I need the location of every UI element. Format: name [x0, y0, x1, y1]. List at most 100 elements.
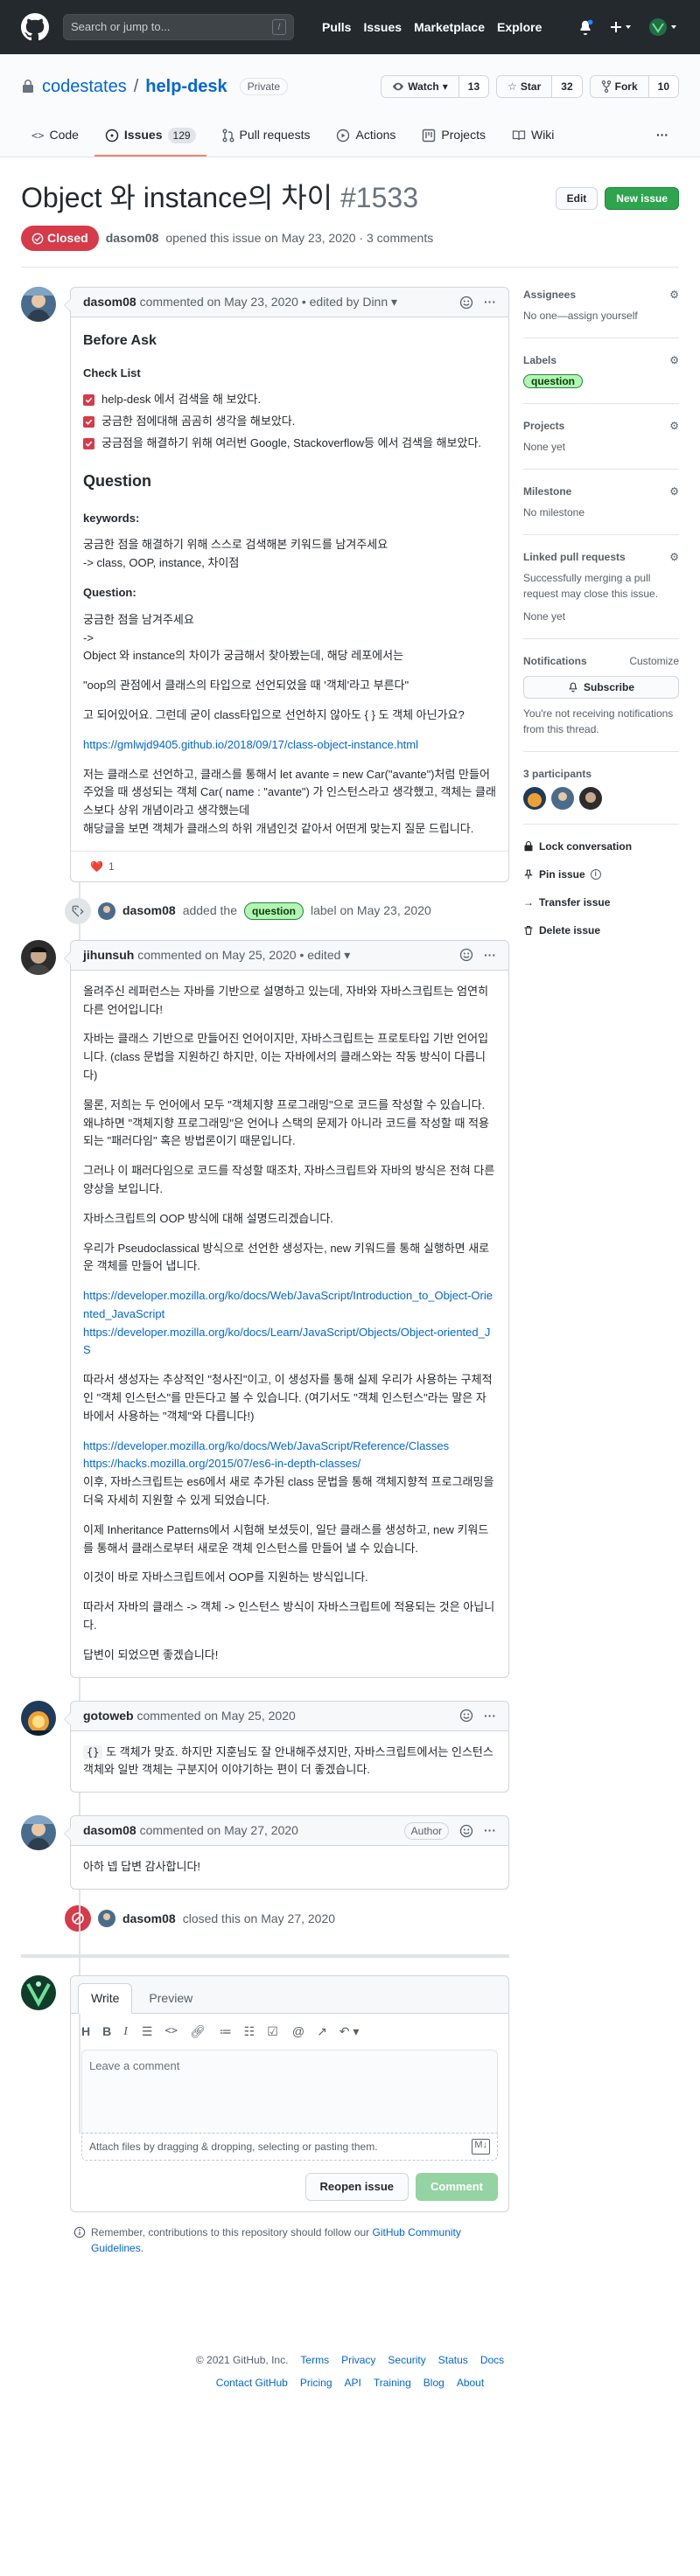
- comment-button[interactable]: Comment: [416, 2173, 498, 2201]
- transfer-issue-button[interactable]: → Transfer issue: [523, 895, 679, 910]
- bell-icon[interactable]: [578, 19, 593, 35]
- edited-indicator[interactable]: • edited: [299, 946, 340, 964]
- write-tab[interactable]: Write: [78, 1983, 133, 2015]
- kebab-menu-icon[interactable]: ···: [484, 946, 496, 964]
- footer-link-terms[interactable]: Terms: [300, 2352, 329, 2368]
- kebab-menu-icon[interactable]: ···: [484, 1707, 496, 1725]
- subscribe-button[interactable]: Subscribe: [523, 676, 679, 699]
- participant-avatar[interactable]: [523, 787, 546, 810]
- labels-header[interactable]: Labels ⚙: [523, 352, 679, 368]
- participant-avatar[interactable]: [579, 787, 602, 810]
- star-button[interactable]: ☆ Star: [497, 76, 552, 97]
- projects-header[interactable]: Projects ⚙: [523, 418, 679, 434]
- info-icon[interactable]: i: [590, 869, 601, 880]
- user-avatar-menu-icon[interactable]: [649, 17, 679, 37]
- avatar[interactable]: [21, 287, 56, 322]
- gear-icon[interactable]: ⚙: [669, 549, 679, 565]
- footer-link-api[interactable]: API: [345, 2375, 361, 2391]
- mdn-link[interactable]: https://developer.mozilla.org/ko/docs/We…: [83, 1289, 493, 1320]
- tab-issues[interactable]: Issues 129: [94, 119, 206, 157]
- kebab-menu-icon[interactable]: ···: [484, 1821, 496, 1840]
- heading-icon[interactable]: H: [81, 2023, 90, 2041]
- quote-icon[interactable]: ☰: [142, 2023, 153, 2041]
- repo-name-link[interactable]: help-desk: [145, 73, 227, 100]
- mention-icon[interactable]: @: [292, 2023, 304, 2041]
- avatar[interactable]: [21, 1815, 56, 1851]
- edited-indicator[interactable]: • edited by Dinn: [302, 293, 388, 311]
- gear-icon[interactable]: ⚙: [669, 352, 679, 368]
- plus-dropdown-icon[interactable]: [609, 20, 634, 34]
- github-logo-icon[interactable]: [21, 13, 49, 41]
- cross-reference-icon[interactable]: ↗: [317, 2023, 327, 2041]
- watch-button[interactable]: Watch ▾: [382, 76, 458, 97]
- tab-actions[interactable]: Actions: [326, 119, 406, 157]
- avatar[interactable]: [21, 1700, 56, 1736]
- footer-link-privacy[interactable]: Privacy: [341, 2352, 375, 2368]
- kebab-menu-icon[interactable]: ···: [484, 293, 496, 311]
- reply-icon[interactable]: ↶ ▾: [340, 2023, 360, 2041]
- search-input[interactable]: Search or jump to... /: [63, 14, 294, 40]
- lock-conversation-button[interactable]: Lock conversation: [523, 839, 679, 854]
- comment-timestamp[interactable]: commented on May 25, 2020: [136, 1707, 295, 1725]
- fork-button[interactable]: Fork: [590, 76, 648, 97]
- gear-icon[interactable]: ⚙: [669, 484, 679, 499]
- star-count[interactable]: 32: [551, 76, 582, 97]
- ordered-list-icon[interactable]: ☷: [244, 2023, 256, 2041]
- hacks-link[interactable]: https://hacks.mozilla.org/2015/07/es6-in…: [83, 1457, 360, 1470]
- avatar[interactable]: [98, 902, 116, 920]
- delete-issue-button[interactable]: Delete issue: [523, 922, 679, 938]
- code-icon[interactable]: <>: [164, 2023, 177, 2041]
- edit-button[interactable]: Edit: [555, 187, 598, 210]
- assignees-header[interactable]: Assignees ⚙: [523, 287, 679, 303]
- italic-icon[interactable]: I: [123, 2023, 128, 2041]
- reopen-issue-button[interactable]: Reopen issue: [304, 2173, 410, 2201]
- nav-marketplace[interactable]: Marketplace: [414, 18, 485, 37]
- assignees-value[interactable]: No one—assign yourself: [523, 308, 679, 324]
- new-issue-button[interactable]: New issue: [605, 187, 679, 210]
- pin-issue-button[interactable]: Pin issue i: [523, 867, 679, 882]
- footer-link-docs[interactable]: Docs: [480, 2352, 504, 2368]
- file-attach-area[interactable]: Attach files by dragging & dropping, sel…: [81, 2134, 498, 2162]
- tab-pull-requests[interactable]: Pull requests: [212, 119, 321, 157]
- bold-icon[interactable]: B: [102, 2023, 111, 2041]
- event-author[interactable]: dasom08: [122, 1910, 176, 1928]
- issue-author-link[interactable]: dasom08: [106, 229, 159, 247]
- avatar[interactable]: [21, 939, 56, 975]
- tab-code[interactable]: <> Code: [21, 119, 89, 157]
- more-tabs-button[interactable]: ···: [646, 119, 679, 157]
- gear-icon[interactable]: ⚙: [669, 287, 679, 303]
- question-label-badge[interactable]: question: [244, 902, 304, 920]
- comment-timestamp[interactable]: commented on May 23, 2020: [140, 293, 298, 311]
- repo-owner-link[interactable]: codestates: [42, 73, 127, 100]
- fork-count[interactable]: 10: [648, 76, 678, 97]
- question-label-badge[interactable]: question: [523, 374, 583, 388]
- watch-count[interactable]: 13: [458, 76, 489, 97]
- nav-issues[interactable]: Issues: [363, 18, 402, 37]
- nav-explore[interactable]: Explore: [497, 18, 542, 37]
- unordered-list-icon[interactable]: ≔: [220, 2023, 232, 2041]
- link-icon[interactable]: 🔗︎: [190, 2023, 206, 2041]
- heart-reaction-button[interactable]: ❤️ 1: [83, 857, 122, 876]
- task-list-icon[interactable]: ☑: [267, 2023, 278, 2041]
- preview-tab[interactable]: Preview: [136, 1983, 206, 2013]
- avatar[interactable]: [98, 1910, 116, 1928]
- footer-link-pricing[interactable]: Pricing: [300, 2375, 332, 2391]
- event-author[interactable]: dasom08: [122, 902, 176, 920]
- comment-author[interactable]: gotoweb: [83, 1707, 134, 1725]
- tab-wiki[interactable]: Wiki: [501, 119, 564, 157]
- footer-link-status[interactable]: Status: [438, 2352, 468, 2368]
- gear-icon[interactable]: ⚙: [669, 418, 679, 434]
- footer-link-blog[interactable]: Blog: [424, 2375, 444, 2391]
- comment-timestamp[interactable]: commented on May 27, 2020: [140, 1821, 298, 1840]
- footer-link-training[interactable]: Training: [374, 2375, 411, 2391]
- customize-link[interactable]: Customize: [629, 653, 679, 669]
- smiley-icon[interactable]: [459, 296, 473, 310]
- participant-avatar[interactable]: [551, 787, 574, 810]
- comment-textarea[interactable]: Leave a comment: [81, 2050, 498, 2134]
- mdn-link[interactable]: https://developer.mozilla.org/ko/docs/Le…: [83, 1326, 490, 1357]
- mdn-link[interactable]: https://developer.mozilla.org/ko/docs/We…: [83, 1439, 449, 1452]
- linked-prs-header[interactable]: Linked pull requests ⚙: [523, 549, 679, 565]
- nav-pulls[interactable]: Pulls: [322, 18, 351, 37]
- smiley-icon[interactable]: [459, 1824, 473, 1838]
- markdown-icon[interactable]: M↓: [472, 2139, 490, 2155]
